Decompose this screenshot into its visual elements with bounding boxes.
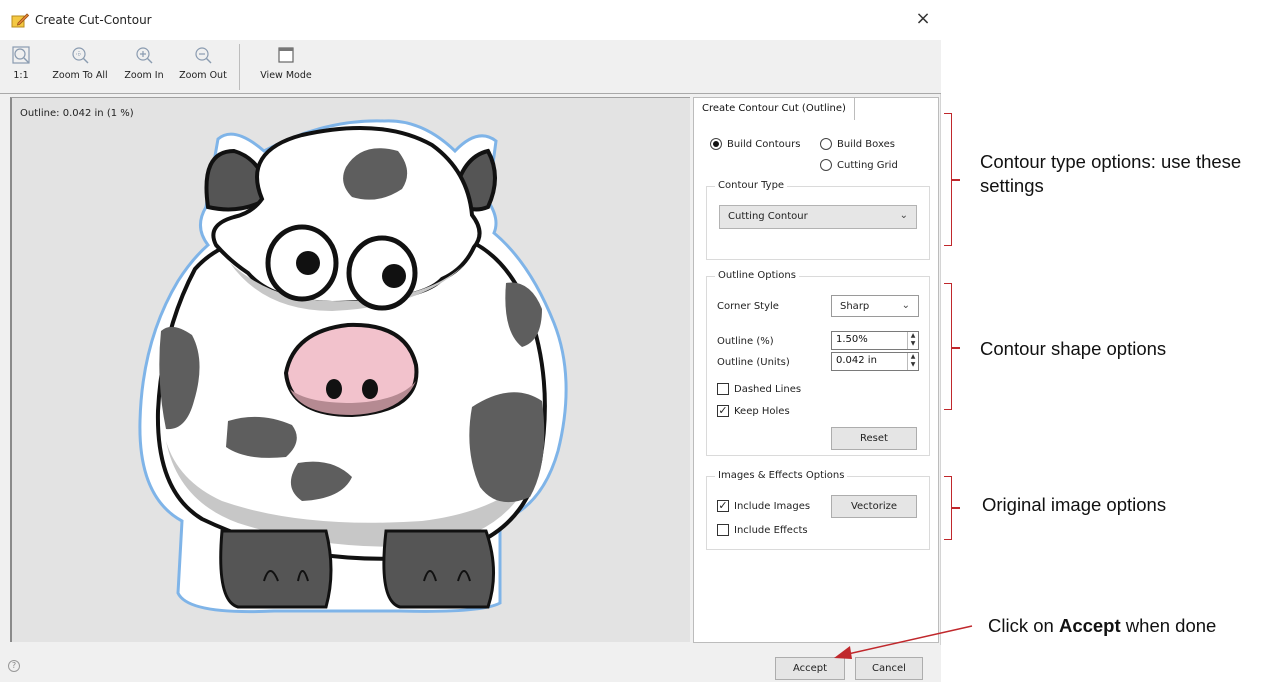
spinner-arrows-icon[interactable]: ▲ ▼ [907,332,918,349]
contour-type-group: Contour Type Cutting Contour ⌄ [706,180,930,260]
view-mode-button[interactable]: View Mode [256,42,316,92]
include-images-label: Include Images [734,500,811,512]
build-contours-label: Build Contours [727,138,801,150]
zoom-actual-button[interactable]: 1:1 [6,42,36,92]
chevron-down-icon: ⌄ [899,210,908,221]
accept-annotation: Click on Accept when done [988,614,1216,638]
help-icon[interactable]: ? [8,660,20,672]
outline-percent-label: Outline (%) [717,336,774,347]
original-image-bracket [944,476,952,540]
options-panel: Build Contours Build Boxes Cutting Grid … [693,97,939,643]
build-contours-radio[interactable]: Build Contours [710,138,800,150]
outline-units-spinner[interactable]: 0.042 in ▲ ▼ [831,352,919,371]
close-button[interactable]: × [909,8,937,32]
dashed-lines-checkbox[interactable]: Dashed Lines [717,383,801,395]
include-effects-checkbox[interactable]: Include Effects [717,524,808,536]
zoom-out-label: Zoom Out [179,70,227,81]
cutting-grid-label: Cutting Grid [837,159,898,171]
zoom-to-all-label: Zoom To All [52,70,108,81]
toolbar-separator [239,44,240,90]
bracket-tick [952,347,960,349]
edit-pencil-icon [11,13,29,28]
images-effects-title: Images & Effects Options [715,470,848,481]
outline-percent-value: 1.50% [836,334,868,345]
images-effects-group: Images & Effects Options ✓ Include Image… [706,470,930,550]
radio-unselected-icon [820,159,832,171]
zoom-out-button[interactable]: Zoom Out [178,42,228,92]
view-mode-icon [278,47,294,63]
contour-type-value: Cutting Contour [728,211,808,222]
checkbox-checked-icon: ✓ [717,499,729,512]
spinner-arrows-icon[interactable]: ▲ ▼ [907,353,918,370]
bracket-tick [952,507,960,509]
zoom-out-icon [195,47,212,64]
zoom-to-all-button[interactable]: Zoom To All [50,42,110,92]
tab-create-contour-cut[interactable]: Create Contour Cut (Outline) [693,97,855,120]
corner-style-dropdown[interactable]: Sharp ⌄ [831,295,919,317]
vectorize-button[interactable]: Vectorize [831,495,917,518]
keep-holes-checkbox[interactable]: ✓ Keep Holes [717,405,790,417]
chevron-down-icon: ⌄ [901,300,910,311]
view-mode-label: View Mode [260,70,312,81]
checkbox-unchecked-icon [717,524,729,536]
contour-shape-bracket [944,283,952,410]
corner-style-label: Corner Style [717,301,779,312]
contour-type-bracket [944,113,952,246]
accept-annotation-bold: Accept [1058,615,1121,636]
zoom-in-button[interactable]: Zoom In [122,42,166,92]
zoom-in-icon [136,47,153,64]
toolbar: 1:1 Zoom To All Zoom In Zoom Out View Mo… [0,40,941,94]
cow-preview-image [138,119,568,614]
outline-units-value: 0.042 in [836,355,877,366]
outline-options-group: Outline Options Corner Style Sharp ⌄ Out… [706,270,930,456]
cutting-grid-radio[interactable]: Cutting Grid [820,159,898,171]
include-images-checkbox[interactable]: ✓ Include Images [717,500,810,512]
keep-holes-label: Keep Holes [734,405,790,417]
dialog-footer: ? Accept Cancel [0,645,941,682]
build-boxes-label: Build Boxes [837,138,895,150]
window-title: Create Cut-Contour [35,13,152,27]
arrow-to-accept-icon [834,625,973,659]
checkbox-unchecked-icon [717,383,729,395]
dashed-lines-label: Dashed Lines [734,383,802,395]
create-cut-contour-dialog: Create Cut-Contour × 1:1 Zoom To All Zoo… [0,0,941,682]
contour-type-annotation: Contour type options: use these settings [980,151,1242,196]
original-image-annotation: Original image options [982,494,1167,515]
outline-units-label: Outline (Units) [717,357,790,368]
bracket-tick [952,179,960,181]
include-effects-label: Include Effects [734,524,808,536]
zoom-actual-label: 1:1 [13,70,29,81]
outline-options-title: Outline Options [715,270,799,281]
preview-canvas[interactable]: Outline: 0.042 in (1 %) [10,97,690,642]
reset-button[interactable]: Reset [831,427,917,450]
checkbox-checked-icon: ✓ [717,404,729,417]
title-bar: Create Cut-Contour × [0,0,941,40]
zoom-actual-icon [12,46,30,64]
zoom-in-label: Zoom In [124,70,164,81]
contour-type-dropdown[interactable]: Cutting Contour ⌄ [719,205,917,229]
contour-type-title: Contour Type [715,180,788,191]
zoom-to-all-icon [72,47,89,64]
radio-selected-icon [710,138,722,150]
accept-annotation-prefix: Click on [988,615,1059,636]
accept-annotation-suffix: when done [1120,615,1217,636]
radio-unselected-icon [820,138,832,150]
corner-style-value: Sharp [840,301,870,312]
outline-percent-spinner[interactable]: 1.50% ▲ ▼ [831,331,919,350]
contour-shape-annotation: Contour shape options [980,338,1167,359]
build-boxes-radio[interactable]: Build Boxes [820,138,895,150]
